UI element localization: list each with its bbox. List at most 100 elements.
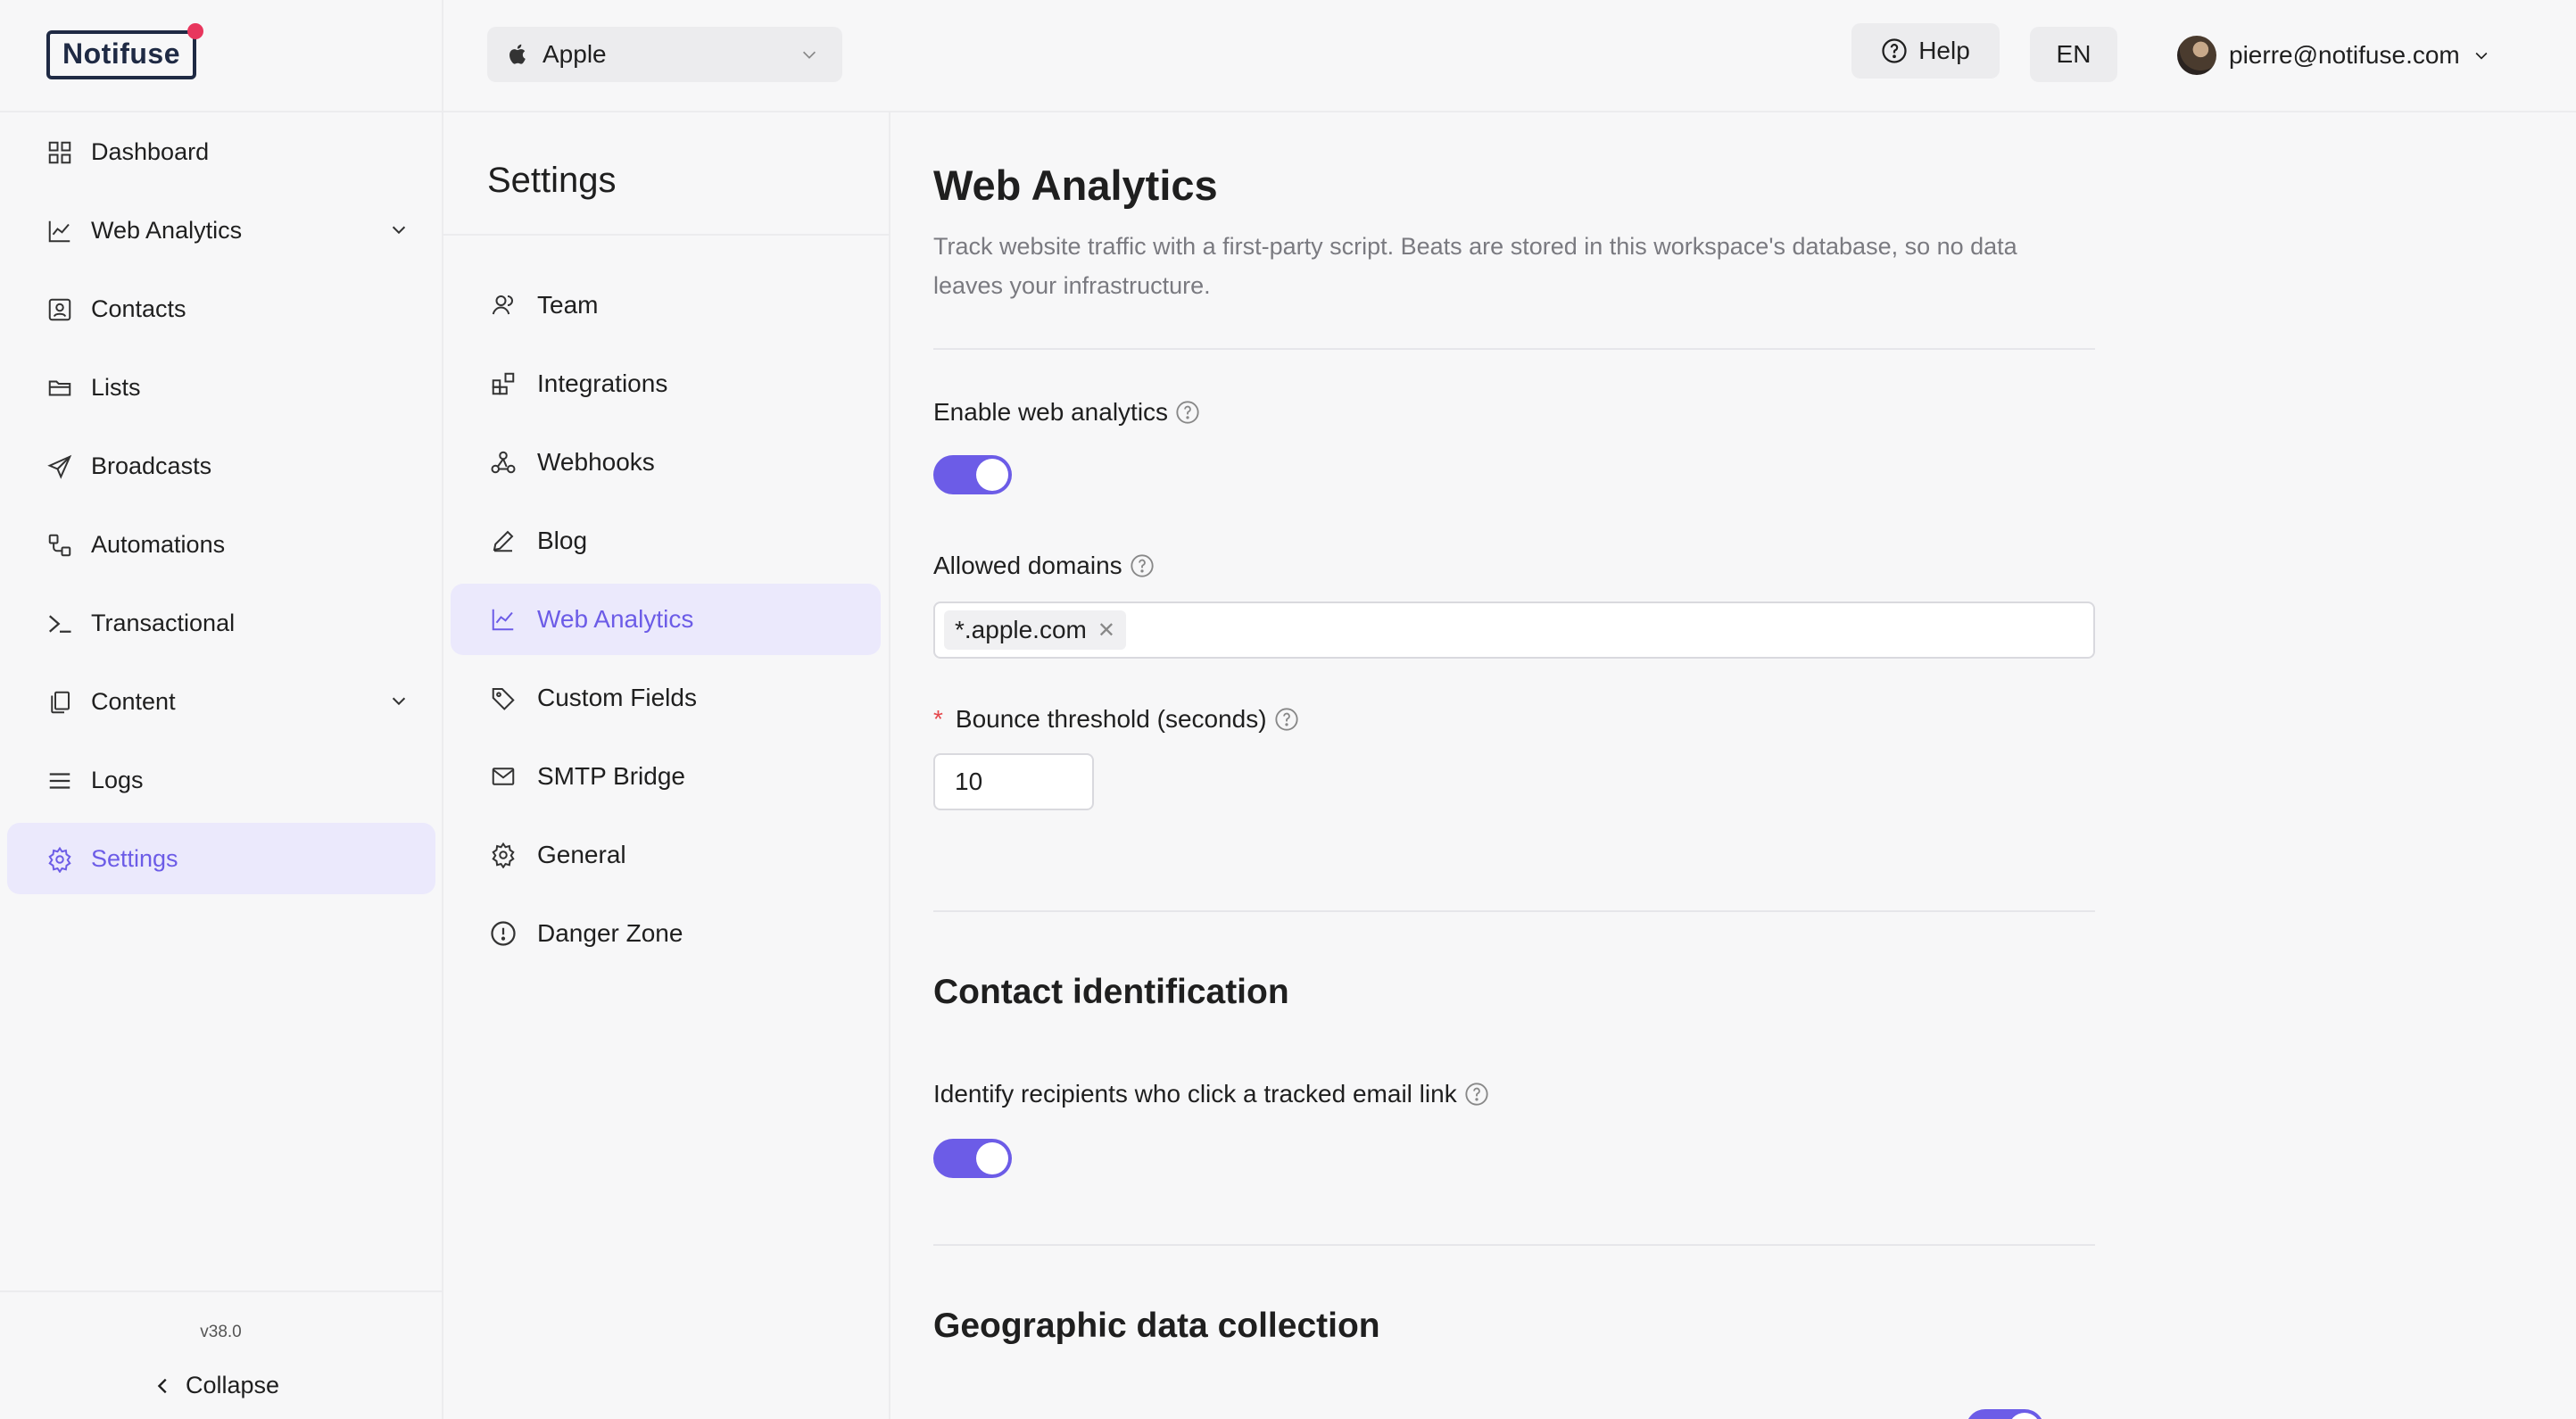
- sidebar-item-settings[interactable]: Settings: [7, 823, 435, 894]
- allowed-domains-input[interactable]: *.apple.com ✕: [933, 602, 2095, 659]
- settings-item-label: Web Analytics: [537, 605, 694, 633]
- identify-recipients-toggle[interactable]: [933, 1139, 1012, 1178]
- contact-card-icon: [48, 298, 71, 321]
- settings-item-team[interactable]: Team: [451, 270, 881, 341]
- help-button[interactable]: Help: [1851, 23, 2000, 79]
- sidebar-item-logs[interactable]: Logs: [7, 744, 435, 816]
- settings-menu: Team Integrations Webhooks Blog Web Anal…: [451, 270, 881, 976]
- sidebar-item-dashboard[interactable]: Dashboard: [7, 116, 435, 187]
- chevron-left-icon: [157, 1378, 167, 1393]
- page-title: Web Analytics: [933, 162, 1218, 209]
- divider: [933, 910, 2095, 912]
- sidebar-item-label: Content: [91, 687, 176, 715]
- folder-open-icon: [48, 380, 71, 396]
- help-label: Help: [1918, 37, 1970, 64]
- settings-item-webhooks[interactable]: Webhooks: [451, 427, 881, 498]
- logo-text: Notifuse: [46, 30, 196, 79]
- settings-item-label: Webhooks: [537, 448, 655, 476]
- question-circle-icon[interactable]: [1130, 553, 1155, 578]
- question-circle-icon: [1882, 38, 1907, 63]
- top-bar: Apple Help EN pierre@notifuse.com: [443, 0, 2576, 112]
- tag-icon: [492, 688, 515, 710]
- chevron-down-icon: [392, 697, 406, 706]
- close-icon[interactable]: ✕: [1097, 618, 1115, 643]
- sidebar-item-label: Logs: [91, 766, 144, 793]
- sidebar-item-lists[interactable]: Lists: [7, 352, 435, 423]
- user-menu[interactable]: pierre@notifuse.com: [2177, 36, 2490, 75]
- section-title-geographic-data: Geographic data collection: [933, 1307, 1380, 1345]
- sidebar-item-label: Dashboard: [91, 137, 210, 165]
- settings-item-label: Integrations: [537, 369, 668, 397]
- sidebar-item-automations[interactable]: Automations: [7, 509, 435, 580]
- divider: [933, 348, 2095, 350]
- avatar: [2177, 36, 2216, 75]
- webhook-icon: [491, 451, 516, 474]
- settings-menu-panel: Settings Team Integrations Webhooks Blog…: [443, 112, 890, 1419]
- sidebar-item-label: Web Analytics: [91, 216, 243, 244]
- domain-tag: *.apple.com ✕: [944, 610, 1126, 650]
- user-email: pierre@notifuse.com: [2229, 41, 2460, 69]
- settings-item-custom-fields[interactable]: Custom Fields: [451, 662, 881, 734]
- workspace-name: Apple: [543, 40, 607, 68]
- chevron-down-icon: [2475, 52, 2488, 60]
- collapse-label: Collapse: [186, 1372, 280, 1398]
- collapse-button[interactable]: Collapse: [153, 1372, 279, 1399]
- sidebar-item-label: Contacts: [91, 295, 186, 322]
- sidebar-item-broadcasts[interactable]: Broadcasts: [7, 430, 435, 502]
- settings-item-label: Custom Fields: [537, 684, 697, 711]
- list-lines-icon: [49, 773, 70, 789]
- identify-recipients-label: Identify recipients who click a tracked …: [933, 1080, 1489, 1108]
- sidebar-item-contacts[interactable]: Contacts: [7, 273, 435, 344]
- required-mark: *: [933, 705, 943, 733]
- settings-item-web-analytics[interactable]: Web Analytics: [451, 584, 881, 655]
- sidebar-item-label: Transactional: [91, 609, 236, 636]
- question-circle-icon[interactable]: [1464, 1082, 1489, 1107]
- line-chart-icon: [492, 609, 514, 631]
- version-label: v38.0: [200, 1323, 242, 1341]
- workspace-selector[interactable]: Apple: [487, 27, 842, 82]
- sidebar-nav: Dashboard Web Analytics Contacts Lists B…: [7, 116, 435, 901]
- pen-icon: [493, 530, 514, 552]
- dashboard-grid-icon: [48, 141, 71, 164]
- sidebar-item-transactional[interactable]: Transactional: [7, 587, 435, 659]
- field-label-text: Bounce threshold (seconds): [955, 705, 1267, 733]
- sidebar-item-content[interactable]: Content: [7, 666, 435, 737]
- settings-item-label: SMTP Bridge: [537, 762, 685, 790]
- toggle-knob: [976, 459, 1008, 491]
- question-circle-icon[interactable]: [1175, 400, 1200, 425]
- settings-item-integrations[interactable]: Integrations: [451, 348, 881, 419]
- geographic-data-toggle[interactable]: [1966, 1409, 2044, 1419]
- language-button[interactable]: EN: [2030, 27, 2117, 82]
- workflow-icon: [48, 534, 71, 557]
- settings-item-blog[interactable]: Blog: [451, 505, 881, 577]
- domain-tag-text: *.apple.com: [955, 616, 1087, 643]
- field-label-text: Allowed domains: [933, 552, 1122, 579]
- copy-documents-icon: [51, 691, 70, 714]
- settings-item-danger-zone[interactable]: Danger Zone: [451, 898, 881, 969]
- gear-icon: [48, 846, 71, 873]
- alert-circle-icon: [491, 921, 516, 946]
- settings-item-label: Team: [537, 291, 599, 319]
- settings-item-smtp-bridge[interactable]: SMTP Bridge: [451, 741, 881, 812]
- chevron-down-icon: [392, 226, 406, 235]
- enable-analytics-label: Enable web analytics: [933, 398, 1200, 427]
- sidebar-item-label: Settings: [91, 844, 178, 872]
- main-sidebar: Notifuse Dashboard Web Analytics Contact…: [0, 0, 443, 1419]
- chevron-down-icon: [802, 51, 816, 59]
- bounce-threshold-input[interactable]: 10: [933, 753, 1094, 810]
- divider: [0, 1290, 442, 1292]
- sidebar-item-label: Lists: [91, 373, 141, 401]
- toggle-knob: [2009, 1413, 2041, 1419]
- question-circle-icon[interactable]: [1274, 707, 1299, 732]
- logo[interactable]: Notifuse: [46, 23, 203, 79]
- integrations-icon: [492, 372, 515, 395]
- settings-item-general[interactable]: General: [451, 819, 881, 891]
- sidebar-item-web-analytics[interactable]: Web Analytics: [7, 195, 435, 266]
- enable-analytics-toggle[interactable]: [933, 455, 1012, 494]
- line-chart-icon: [48, 220, 70, 243]
- sidebar-item-label: Automations: [91, 530, 226, 558]
- settings-item-label: General: [537, 841, 626, 868]
- mail-icon: [492, 768, 515, 785]
- notification-dot: [187, 23, 203, 39]
- divider: [0, 111, 442, 112]
